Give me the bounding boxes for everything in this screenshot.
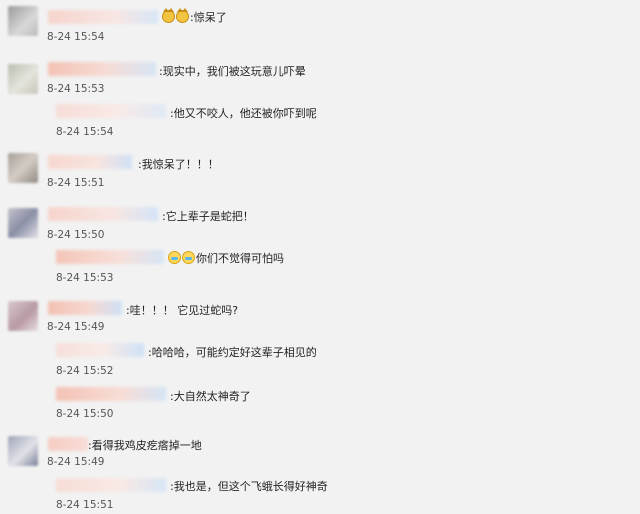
username[interactable]	[56, 387, 166, 401]
username[interactable]	[56, 343, 144, 357]
reply-text: :他又不咬人，他还被你吓到呢	[170, 107, 317, 120]
timestamp: 8-24 15:54	[47, 31, 105, 43]
username[interactable]	[56, 104, 166, 118]
username[interactable]	[48, 62, 156, 76]
timestamp: 8-24 15:53	[56, 272, 114, 284]
timestamp: 8-24 15:54	[56, 126, 114, 138]
comment-text: :看得我鸡皮疙瘩掉一地	[88, 439, 202, 452]
username[interactable]	[48, 207, 158, 221]
timestamp: 8-24 15:49	[47, 456, 105, 468]
reply-text: :我也是，但这个飞蛾长得好神奇	[170, 480, 328, 493]
username[interactable]	[48, 10, 158, 24]
comment-item: :它上辈子是蛇把！ 8-24 15:50 你们不觉得可怕吗 8-24 15:53	[0, 198, 640, 293]
avatar[interactable]	[8, 6, 38, 36]
reply-text: 你们不觉得可怕吗	[168, 250, 284, 266]
laughing-emoji	[168, 251, 181, 264]
comment-item: :哇！！！ 它见过蛇吗? 8-24 15:49 :哈哈哈，可能约定好这辈子相见的…	[0, 293, 640, 428]
timestamp: 8-24 15:50	[47, 229, 105, 241]
comment-text: :哇！！！ 它见过蛇吗?	[126, 304, 239, 317]
username[interactable]	[48, 301, 122, 315]
laughing-emoji	[182, 251, 195, 264]
reply-text: :哈哈哈，可能约定好这辈子相见的	[148, 346, 317, 359]
timestamp: 8-24 15:53	[47, 83, 105, 95]
cat-emoji	[176, 8, 189, 23]
comment-item: :惊呆了 8-24 15:54	[0, 0, 640, 50]
timestamp: 8-24 15:49	[47, 321, 105, 333]
username[interactable]	[56, 250, 164, 264]
username[interactable]	[48, 155, 132, 169]
comment-text: :惊呆了	[162, 8, 227, 25]
comment-text: :它上辈子是蛇把！	[162, 210, 254, 223]
timestamp: 8-24 15:51	[56, 499, 114, 511]
avatar[interactable]	[8, 64, 38, 94]
avatar[interactable]	[8, 153, 38, 183]
comment-item: :我惊呆了！！！ 8-24 15:51	[0, 150, 640, 198]
username[interactable]	[56, 478, 166, 492]
avatar[interactable]	[8, 208, 38, 238]
comment-item: :现实中，我们被这玩意儿吓晕 8-24 15:53 :他又不咬人，他还被你吓到呢…	[0, 50, 640, 150]
username[interactable]	[48, 437, 88, 451]
cat-emoji	[162, 8, 175, 23]
timestamp: 8-24 15:52	[56, 365, 114, 377]
timestamp: 8-24 15:51	[47, 177, 105, 189]
avatar[interactable]	[8, 301, 38, 331]
timestamp: 8-24 15:50	[56, 408, 114, 420]
reply-text: :大自然太神奇了	[170, 390, 251, 403]
comment-text: :现实中，我们被这玩意儿吓晕	[159, 65, 306, 78]
comment-text: :我惊呆了！！！	[138, 158, 219, 171]
avatar[interactable]	[8, 436, 38, 466]
comment-item: :看得我鸡皮疙瘩掉一地 8-24 15:49 :我也是，但这个飞蛾长得好神奇 8…	[0, 428, 640, 514]
